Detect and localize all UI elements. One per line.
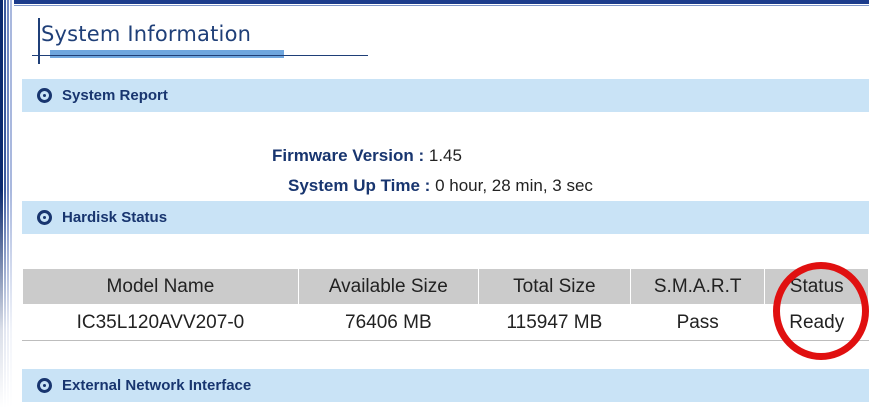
cell-total-size: 115947 MB	[477, 304, 631, 341]
cell-model-name: IC35L120AVV207-0	[22, 304, 299, 341]
firmware-version-value: 1.45	[428, 146, 462, 165]
title-underline	[32, 55, 368, 56]
section-title: System Report	[62, 87, 168, 104]
uptime-label: System Up Time :	[288, 176, 431, 195]
uptime-value: 0 hour, 28 min, 3 sec	[435, 176, 593, 195]
page-title: System Information	[41, 22, 252, 46]
section-hardisk-status: Hardisk Status	[22, 201, 869, 234]
firmware-version-label: Firmware Version :	[272, 146, 425, 165]
section-title: Hardisk Status	[62, 209, 168, 226]
uptime-row: System Up Time : 0 hour, 28 min, 3 sec	[288, 176, 593, 196]
hardisk-table-wrap: Model Name Available Size Total Size S.M…	[22, 268, 869, 341]
cell-smart: Pass	[629, 304, 766, 341]
title-underline-accent	[50, 50, 284, 58]
top-frame-line-thin	[14, 5, 869, 6]
cell-available-size: 76406 MB	[297, 304, 479, 341]
bullet-icon	[37, 378, 52, 393]
column-header-total-size: Total Size	[477, 268, 631, 305]
title-bar-marker	[38, 18, 40, 64]
frame-fade	[0, 0, 14, 408]
left-frame-decoration	[0, 0, 14, 408]
column-header-available-size: Available Size	[297, 268, 479, 305]
section-title: External Network Interface	[62, 377, 252, 394]
top-frame-line	[14, 0, 869, 4]
firmware-version-row: Firmware Version : 1.45	[272, 146, 462, 166]
table-header-row: Model Name Available Size Total Size S.M…	[22, 268, 869, 305]
page-title-block: System Information	[22, 10, 382, 64]
column-header-model-name: Model Name	[22, 268, 299, 305]
section-system-report: System Report	[22, 79, 869, 112]
cell-status: Ready	[764, 304, 869, 341]
bullet-icon	[37, 88, 52, 103]
table-row: IC35L120AVV207-0 76406 MB 115947 MB Pass…	[22, 304, 869, 341]
column-header-smart: S.M.A.R.T	[629, 268, 766, 305]
bullet-icon	[37, 210, 52, 225]
section-external-network: External Network Interface	[22, 369, 869, 402]
column-header-status: Status	[764, 268, 869, 305]
hardisk-table: Model Name Available Size Total Size S.M…	[22, 268, 869, 341]
